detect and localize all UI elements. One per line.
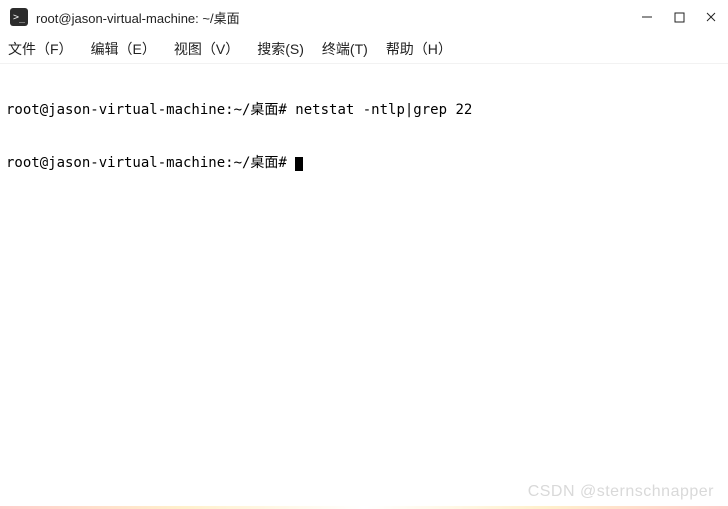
cursor-icon [295,157,303,171]
menu-view[interactable]: 视图（V） [174,39,239,59]
menu-search[interactable]: 搜索(S) [257,39,304,59]
terminal-line: root@jason-virtual-machine:~/桌面# netstat… [6,102,722,120]
window-controls [640,10,718,24]
close-button[interactable] [704,10,718,24]
minimize-button[interactable] [640,10,654,24]
menu-edit[interactable]: 编辑（E） [91,39,156,59]
titlebar[interactable]: >_ root@jason-virtual-machine: ~/桌面 [0,0,728,34]
menubar: 文件（F） 编辑（E） 视图（V） 搜索(S) 终端(T) 帮助（H） [0,34,728,64]
terminal-window: >_ root@jason-virtual-machine: ~/桌面 文件（F… [0,0,728,509]
menu-help[interactable]: 帮助（H） [386,39,452,59]
terminal-body[interactable]: root@jason-virtual-machine:~/桌面# netstat… [0,64,728,509]
menu-file[interactable]: 文件（F） [8,39,73,59]
terminal-line: root@jason-virtual-machine:~/桌面# [6,155,722,173]
window-title: root@jason-virtual-machine: ~/桌面 [36,8,640,27]
prompt: root@jason-virtual-machine:~/桌面# [6,102,295,118]
maximize-button[interactable] [672,10,686,24]
terminal-icon-glyph: >_ [13,12,25,23]
menu-terminal[interactable]: 终端(T) [322,39,368,59]
command-text: netstat -ntlp|grep 22 [295,102,472,118]
prompt: root@jason-virtual-machine:~/桌面# [6,155,295,171]
terminal-app-icon: >_ [10,8,28,26]
